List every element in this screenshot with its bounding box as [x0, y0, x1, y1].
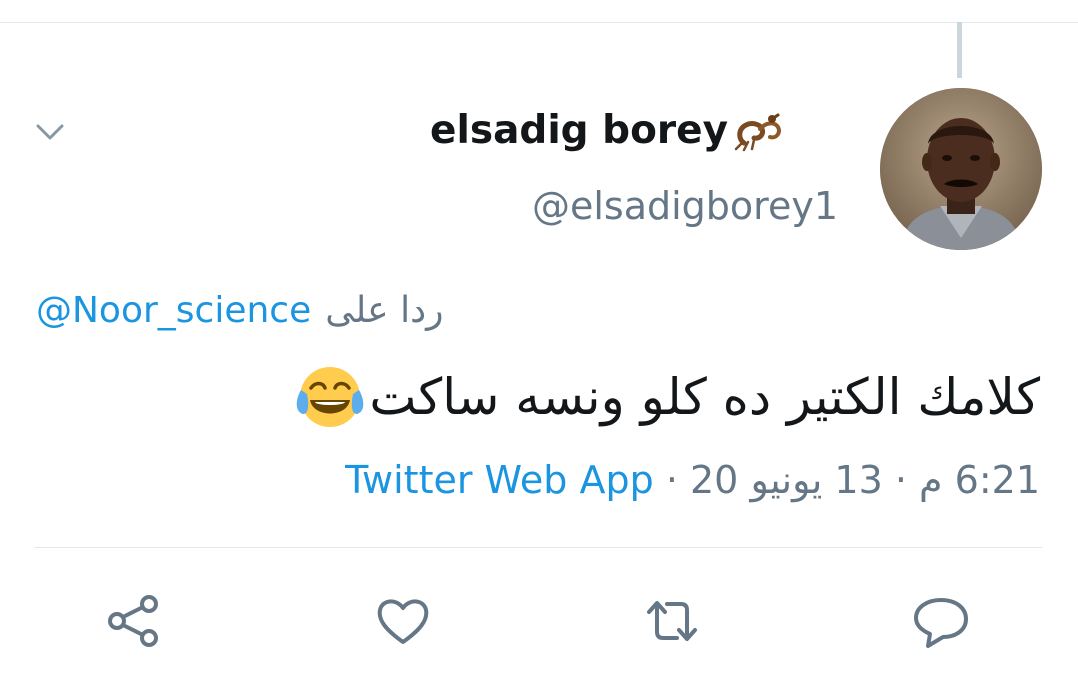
face-with-tears-of-joy-icon [297, 367, 364, 427]
tweet-text: كلامك الكتير ده كلو ونسه ساكت [369, 368, 1040, 426]
tweet-date[interactable]: 13 يونيو 20 [690, 458, 883, 502]
chevron-down-icon[interactable] [34, 116, 66, 148]
reply-bubble-icon [914, 598, 968, 648]
actions-divider [34, 547, 1042, 548]
reply-prefix-label: ردا على [325, 290, 444, 331]
author-display-name[interactable]: elsadig borey [430, 108, 728, 153]
like-heart-icon [377, 599, 429, 644]
tweet-meta: Twitter Web App · 13 يونيو 20 · 6:21 م [345, 458, 1040, 502]
reply-context: @Noor_science ردا على [36, 290, 444, 331]
share-button[interactable] [103, 590, 165, 652]
reply-to-mention-link[interactable]: @Noor_science [36, 290, 311, 331]
author-handle[interactable]: @elsadigborey1 [532, 184, 838, 228]
tweet-text-row: كلامك الكتير ده كلو ونسه ساكت [293, 360, 1040, 434]
share-icon [108, 595, 158, 647]
meta-separator: · [894, 458, 907, 502]
reply-button[interactable] [910, 590, 972, 652]
like-button[interactable] [372, 590, 434, 652]
source-link[interactable]: Twitter Web App [345, 458, 654, 502]
scorpion-icon [734, 113, 781, 151]
top-divider [0, 22, 1078, 23]
author-display-name-row[interactable]: elsadig borey [430, 108, 782, 153]
meta-separator: · [665, 458, 678, 502]
retweet-icon [647, 601, 697, 641]
thread-connector-line [957, 22, 962, 78]
retweet-button[interactable] [641, 590, 703, 652]
avatar[interactable] [880, 88, 1042, 250]
tweet-time[interactable]: 6:21 م [919, 458, 1040, 502]
